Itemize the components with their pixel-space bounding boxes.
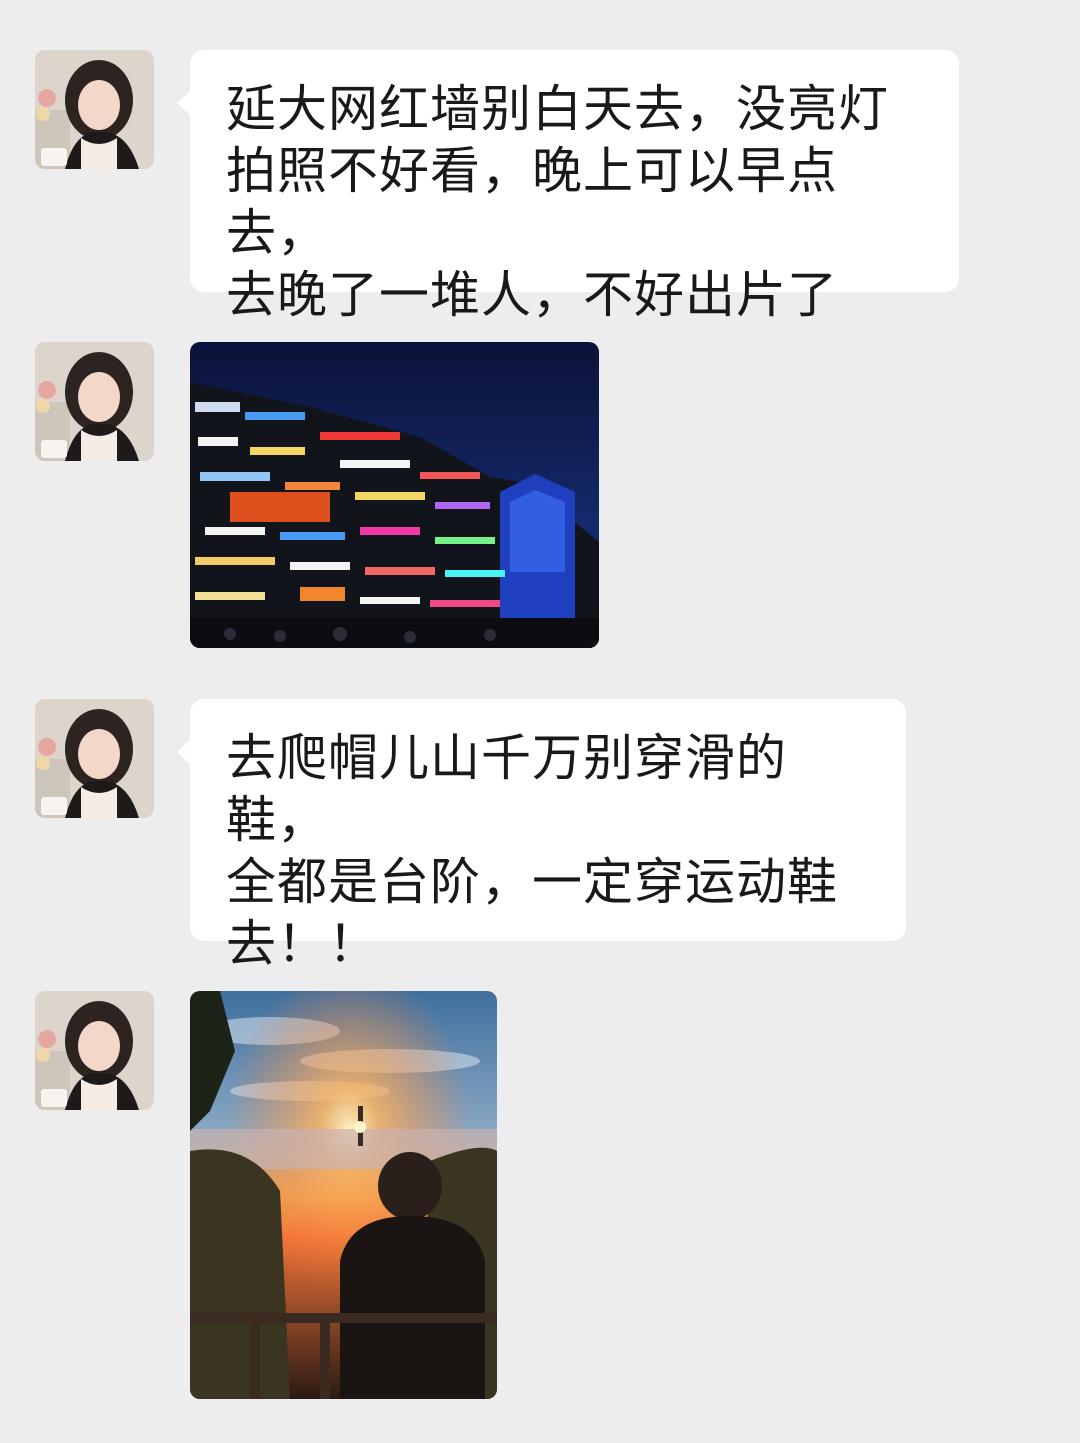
sunset-mountain-photo[interactable] [190,991,497,1399]
bubble-tail [177,739,191,765]
bubble-tail [177,90,191,116]
chat-message-list[interactable]: 延大网红墙别白天去，没亮灯 拍照不好看，晚上可以早点去， 去晚了一堆人，不好出片… [0,0,1080,1443]
sender-avatar[interactable] [35,699,154,818]
message-text: 延大网红墙别白天去，没亮灯 拍照不好看，晚上可以早点去， 去晚了一堆人，不好出片… [226,80,889,324]
sender-avatar[interactable] [35,991,154,1110]
message-bubble[interactable]: 延大网红墙别白天去，没亮灯 拍照不好看，晚上可以早点去， 去晚了一堆人，不好出片… [177,50,959,324]
city-night-neon-photo[interactable] [190,342,599,648]
message-bubble[interactable]: 去爬帽儿山千万别穿滑的鞋， 全都是台阶，一定穿运动鞋 去！！ [177,699,906,973]
sender-avatar[interactable] [35,342,154,461]
message-text: 去爬帽儿山千万别穿滑的鞋， 全都是台阶，一定穿运动鞋 去！！ [226,729,838,973]
sender-avatar[interactable] [35,50,154,169]
